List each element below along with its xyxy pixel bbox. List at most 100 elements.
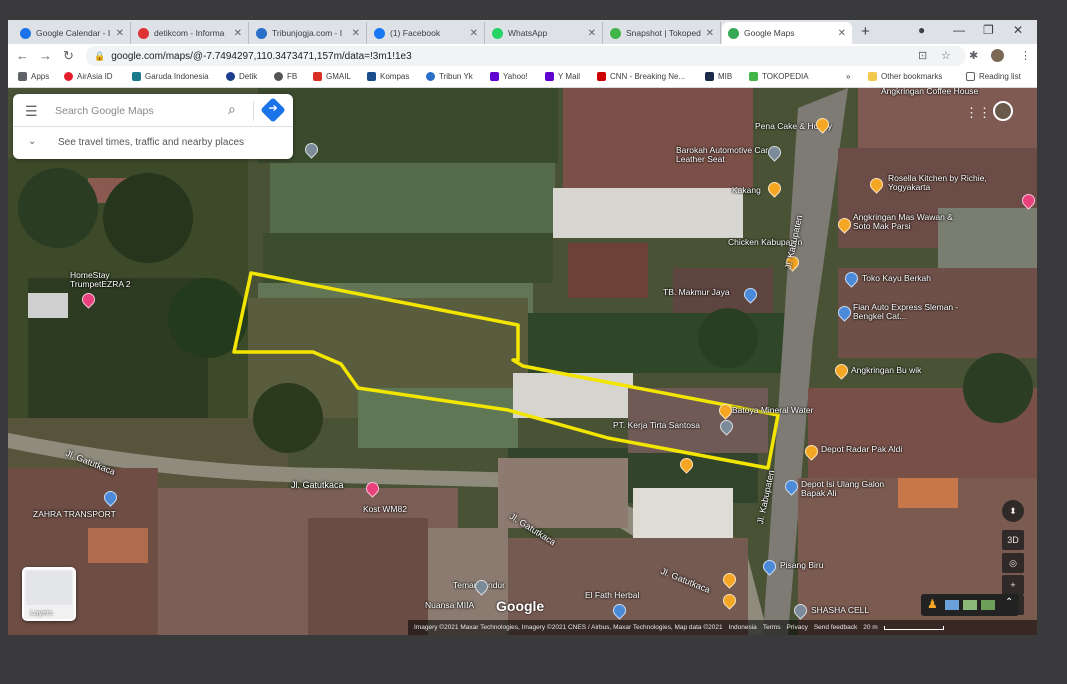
place-label[interactable]: SHASHA CELL — [811, 605, 869, 615]
place-label[interactable]: Rosella Kitchen by Richie, Yogyakarta — [888, 173, 1008, 193]
place-label[interactable]: Batoya Mineral Water — [732, 405, 813, 415]
reload-icon[interactable]: ↻ — [63, 48, 74, 64]
place-label[interactable]: Kakang — [732, 185, 761, 195]
directions-arrow-icon: ➔ — [268, 102, 278, 115]
tab-whatsapp[interactable]: WhatsApp ✕ — [486, 22, 603, 44]
close-icon[interactable]: ✕ — [838, 28, 846, 39]
menu-dots-icon[interactable]: ⋮ — [1020, 49, 1031, 62]
place-label[interactable]: Depot Radar Pak Aldi — [821, 444, 902, 454]
layers-button[interactable]: Layers — [22, 567, 76, 621]
imagery-thumb-icon[interactable] — [945, 600, 959, 610]
window-close-icon[interactable]: ✕ — [1013, 23, 1023, 37]
reading-list-icon — [966, 72, 975, 81]
bookmark-garuda[interactable]: Garuda Indonesia — [132, 72, 209, 81]
address-bar[interactable]: 🔒 google.com/maps/@-7.7494297,110.347347… — [86, 46, 966, 66]
place-label[interactable]: TB. Makmur Jaya — [663, 287, 730, 297]
terms-link[interactable]: Terms — [763, 624, 781, 631]
restore-icon[interactable]: ❐ — [983, 23, 994, 37]
tab-google-maps[interactable]: Google Maps ✕ — [722, 22, 852, 44]
extensions-icon[interactable]: ✱ — [969, 49, 978, 62]
close-icon[interactable]: ✕ — [706, 28, 714, 39]
imagery-thumb-icon[interactable] — [963, 600, 977, 610]
bookmark-mib[interactable]: MIB — [705, 72, 732, 81]
pegman-icon[interactable]: ♟ — [927, 597, 938, 611]
feedback-link[interactable]: Send feedback — [814, 624, 857, 631]
mib-icon — [705, 72, 714, 81]
tab-facebook[interactable]: (1) Facebook ✕ — [368, 22, 485, 44]
zoom-in-button[interactable]: + — [1002, 575, 1024, 595]
travel-times-row[interactable]: ⌄ See travel times, traffic and nearby p… — [13, 127, 293, 159]
search-icon[interactable]: ⌕ — [228, 101, 236, 118]
calendar-icon — [20, 27, 31, 39]
place-label[interactable]: Angkringan Bu wik — [851, 365, 921, 375]
bookmark-ymail[interactable]: Y Mail — [545, 72, 580, 81]
bookmark-airasia[interactable]: AirAsia ID — [64, 72, 113, 81]
address-toolbar: ← → ↻ 🔒 google.com/maps/@-7.7494297,110.… — [8, 44, 1037, 68]
chevron-down-icon[interactable]: ⌄ — [28, 136, 36, 147]
cnn-icon — [597, 72, 606, 81]
google-logo: Google — [496, 598, 545, 614]
place-label[interactable]: Depot Isi Ulang Galon Bapak Ali — [801, 479, 901, 499]
my-location-icon[interactable]: ◎ — [1002, 553, 1024, 573]
expand-icon[interactable]: ⌃ — [1005, 597, 1013, 608]
new-tab-button[interactable]: + — [861, 23, 870, 40]
detik-icon — [138, 27, 149, 39]
compass-icon[interactable]: ⬍ — [1002, 500, 1024, 522]
directions-button[interactable]: ➔ — [260, 97, 286, 123]
close-icon[interactable]: ✕ — [234, 28, 242, 39]
place-label[interactable]: Angkringan Coffee House — [881, 88, 978, 96]
bookmark-fb[interactable]: FB — [274, 72, 297, 81]
search-input[interactable] — [55, 102, 225, 120]
place-label[interactable]: PT. Kerja Tirta Santosa — [613, 420, 700, 430]
profile-dot-icon[interactable]: ● — [918, 23, 925, 37]
search-panel: ☰ ⌕ ➔ ⌄ See travel times, traffic and ne… — [13, 94, 293, 159]
maps-pin-icon — [728, 27, 739, 39]
close-icon[interactable]: ✕ — [116, 28, 124, 39]
bookmark-gmail[interactable]: GMAIL — [313, 72, 351, 81]
place-label[interactable]: El Fath Herbal — [585, 590, 639, 600]
tribun-icon — [426, 72, 435, 81]
place-label[interactable]: Pisang Biru — [780, 560, 823, 570]
close-icon[interactable]: ✕ — [352, 28, 360, 39]
hamburger-menu-icon[interactable]: ☰ — [25, 103, 38, 120]
privacy-link[interactable]: Privacy — [787, 624, 808, 631]
place-label[interactable]: Angkringan Mas Wawan & Soto Mak Parsi — [853, 212, 968, 232]
bookmark-yahoo[interactable]: Yahoo! — [490, 72, 528, 81]
place-label[interactable]: Nuansa MIIA — [425, 600, 474, 610]
bookmark-star-icon[interactable]: ☆ — [941, 49, 951, 62]
avatar[interactable] — [991, 49, 1004, 62]
place-label[interactable]: ZAHRA TRANSPORT — [33, 509, 116, 519]
attribution-text: Imagery ©2021 Maxar Technologies, Imager… — [414, 624, 723, 631]
place-label[interactable]: Toko Kayu Berkah — [862, 273, 931, 283]
reading-list[interactable]: Reading list — [966, 72, 1021, 81]
bookmark-tokopedia[interactable]: TOKOPEDIA — [749, 72, 809, 81]
tab-tribunjogja[interactable]: Tribunjogja.com - I ✕ — [250, 22, 367, 44]
other-bookmarks[interactable]: Other bookmarks — [868, 72, 942, 81]
tokopedia-icon — [749, 72, 758, 81]
bookmark-detik[interactable]: Detik — [226, 72, 257, 81]
minimize-icon[interactable]: — — [953, 23, 965, 37]
forward-icon[interactable]: → — [39, 48, 52, 63]
satellite-map[interactable]: ☰ ⌕ ➔ ⌄ See travel times, traffic and ne… — [8, 88, 1037, 635]
tilt-3d-button[interactable]: 3D — [1002, 530, 1024, 550]
close-icon[interactable]: ✕ — [588, 28, 596, 39]
bookmark-kompas[interactable]: Kompas — [367, 72, 409, 81]
close-icon[interactable]: ✕ — [470, 28, 478, 39]
place-label[interactable]: Fian Auto Express Sleman - Bengkel Cat..… — [853, 302, 968, 322]
install-icon[interactable]: ⊡ — [918, 49, 927, 62]
country-link[interactable]: Indonesia — [729, 624, 757, 631]
back-icon[interactable]: ← — [16, 48, 29, 63]
tab-tokopedia[interactable]: Snapshot | Tokoped ✕ — [604, 22, 721, 44]
tab-google-calendar[interactable]: Google Calendar - I ✕ — [14, 22, 131, 44]
google-apps-grid-icon[interactable]: ⋮⋮ — [965, 105, 991, 121]
bookmark-cnn[interactable]: CNN - Breaking Ne... — [597, 72, 685, 81]
account-avatar[interactable] — [993, 101, 1013, 121]
tab-detikcom[interactable]: detikcom - Informa ✕ — [132, 22, 249, 44]
imagery-thumb-icon[interactable] — [981, 600, 995, 610]
bookmark-apps[interactable]: Apps — [18, 72, 49, 81]
place-label[interactable]: Kost WM82 — [363, 504, 407, 514]
place-label[interactable]: HomeStay TrumpetEZRA 2 — [70, 270, 160, 290]
bookmark-tribun[interactable]: Tribun Yk — [426, 72, 473, 81]
more-bookmarks-button[interactable]: » — [846, 72, 850, 81]
imagery-bar: ♟ ⌃ — [921, 594, 1019, 616]
